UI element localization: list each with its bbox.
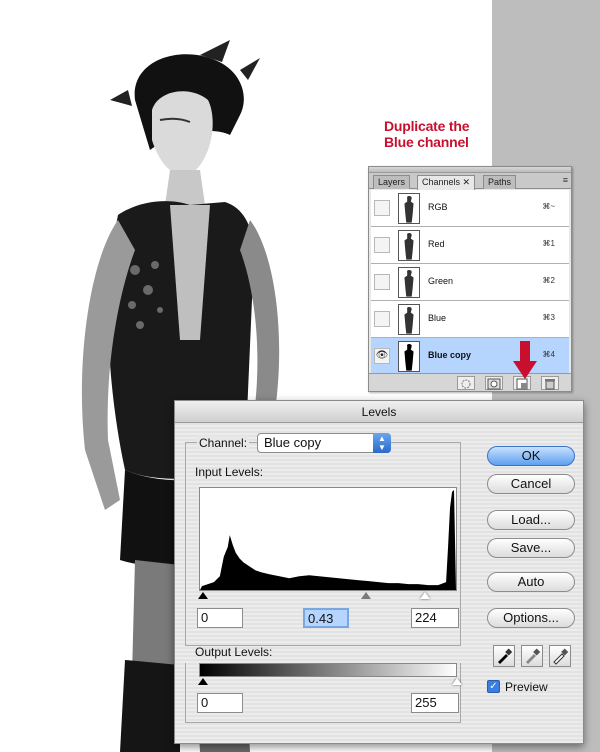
output-white-field[interactable]: 255 (411, 693, 459, 713)
visibility-eye-icon[interactable] (374, 200, 390, 216)
histogram (199, 487, 457, 591)
channel-thumbnail (398, 267, 420, 298)
channel-select[interactable]: Blue copy ▲ ▼ (257, 433, 391, 453)
channel-name: Blue (428, 313, 447, 323)
panel-footer (369, 373, 571, 391)
channel-thumbnail (398, 230, 420, 261)
ok-button[interactable]: OK (487, 446, 575, 466)
load-button[interactable]: Load... (487, 510, 575, 530)
input-black-slider[interactable] (198, 592, 208, 599)
tab-paths[interactable]: Paths (483, 175, 517, 189)
input-gamma-field[interactable]: 0.43 (303, 608, 349, 628)
output-levels-label: Output Levels: (195, 645, 273, 659)
panel-tabs: Layers Channels ✕ Paths ≡ (369, 173, 571, 190)
visibility-eye-icon[interactable]: 👁 (374, 348, 390, 364)
panel-menu-icon[interactable]: ≡ (563, 175, 568, 185)
white-eyedropper-icon[interactable] (549, 645, 571, 667)
channel-shortcut: ⌘2 (542, 276, 555, 285)
channel-label: Channel: (197, 436, 250, 450)
visibility-eye-icon[interactable] (374, 237, 390, 253)
annotation-line-1: Duplicate the (384, 118, 470, 134)
annotation-text: Duplicate the Blue channel (384, 118, 488, 150)
input-black-field[interactable]: 0 (197, 608, 243, 628)
input-gamma-slider[interactable] (361, 592, 371, 599)
output-black-field[interactable]: 0 (197, 693, 243, 713)
channel-shortcut: ⌘4 (542, 350, 555, 359)
channel-thumbnail (398, 341, 420, 372)
visibility-eye-icon[interactable] (374, 311, 390, 327)
channel-row[interactable]: Blue ⌘3 (371, 301, 569, 338)
channel-row[interactable]: Red ⌘1 (371, 227, 569, 264)
options-button[interactable]: Options... (487, 608, 575, 628)
trash-icon[interactable] (541, 376, 559, 390)
save-selection-icon[interactable] (485, 376, 503, 390)
channel-name: Red (428, 239, 445, 249)
black-eyedropper-icon[interactable] (493, 645, 515, 667)
visibility-eye-icon[interactable] (374, 274, 390, 290)
levels-dialog: Levels Channel: Blue copy ▲ ▼ Input Level… (174, 400, 584, 744)
auto-button[interactable]: Auto (487, 572, 575, 592)
chevron-updown-icon: ▲ ▼ (373, 433, 391, 453)
preview-checkbox[interactable]: ✓ (487, 680, 500, 693)
save-button[interactable]: Save... (487, 538, 575, 558)
output-white-slider[interactable] (452, 678, 462, 685)
cancel-button[interactable]: Cancel (487, 474, 575, 494)
output-black-slider[interactable] (198, 678, 208, 685)
channel-name: Green (428, 276, 454, 286)
channel-shortcut: ⌘3 (542, 313, 555, 322)
channel-thumbnail (398, 193, 420, 224)
input-white-field[interactable]: 224 (411, 608, 459, 628)
dialog-title[interactable]: Levels (175, 401, 583, 423)
input-levels-label: Input Levels: (195, 465, 264, 479)
channel-row[interactable]: Green ⌘2 (371, 264, 569, 301)
preview-label: Preview (505, 680, 548, 694)
channel-name: RGB (428, 202, 448, 212)
channel-row[interactable]: RGB ⌘~ (371, 190, 569, 227)
channel-thumbnail (398, 304, 420, 335)
annotation-line-2: Blue channel (384, 134, 469, 150)
channel-shortcut: ⌘~ (542, 202, 555, 211)
input-white-slider[interactable] (420, 592, 430, 599)
tab-layers[interactable]: Layers (373, 175, 411, 189)
tab-channels[interactable]: Channels ✕ (417, 175, 476, 190)
red-arrow-icon (513, 341, 537, 379)
load-selection-icon[interactable] (457, 376, 475, 390)
channel-shortcut: ⌘1 (542, 239, 555, 248)
channel-list: RGB ⌘~ Red ⌘1 Green ⌘2 Blue ⌘3 👁 Blue copy ⌘4 (371, 190, 569, 375)
channels-panel: Layers Channels ✕ Paths ≡ RGB ⌘~ Red ⌘1 Gree… (368, 166, 572, 392)
channel-row[interactable]: 👁 Blue copy ⌘4 (371, 338, 569, 375)
output-gradient (199, 663, 457, 677)
gray-eyedropper-icon[interactable] (521, 645, 543, 667)
channel-select-value: Blue copy (264, 435, 322, 450)
channel-name: Blue copy (428, 350, 472, 360)
